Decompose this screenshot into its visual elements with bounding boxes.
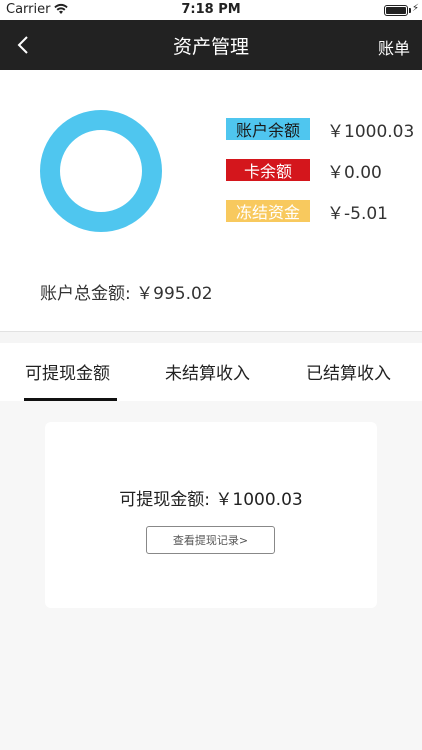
frozen-funds-badge: 冻结资金 [226,200,310,222]
tab-unsettled-income[interactable]: 未结算收入 [165,359,250,384]
card-balance-value: ￥0.00 [327,162,382,183]
battery-icon [384,5,408,16]
legend-frozen-funds: 冻结资金 ￥-5.01 [226,200,388,224]
page-title: 资产管理 [172,36,249,58]
section-divider [0,331,422,343]
legend-account-balance: 账户余额 ￥1000.03 [226,118,415,142]
card-balance-badge: 卡余额 [226,159,310,181]
withdrawable-amount: 可提现金额: ￥1000.03 [119,490,303,510]
asset-summary: 账户余额 ￥1000.03 卡余额 ￥0.00 冻结资金 ￥-5.01 账户总金… [0,70,422,331]
navigation-bar: 资产管理 账单 [0,20,422,70]
asset-donut-chart [40,110,162,232]
status-bar: Carrier 7:18 PM ⚡ [0,0,422,20]
frozen-funds-value: ￥-5.01 [327,203,388,224]
withdrawable-card: 可提现金额: ￥1000.03 查看提现记录> [45,422,377,608]
account-balance-badge: 账户余额 [226,118,310,140]
view-withdraw-records-button[interactable]: 查看提现记录> [146,526,275,554]
bill-button[interactable]: 账单 [378,35,410,59]
status-time: 7:18 PM [181,2,241,17]
battery-tip [409,8,411,13]
tab-withdrawable[interactable]: 可提现金额 [25,359,110,384]
tab-bar: 可提现金额 未结算收入 已结算收入 [0,343,422,401]
total-amount: 账户总金额: ￥995.02 [40,284,213,304]
tab-settled-income[interactable]: 已结算收入 [306,359,391,384]
tab-content: 可提现金额: ￥1000.03 查看提现记录> [0,401,422,750]
account-balance-value: ￥1000.03 [327,121,415,142]
charging-icon: ⚡ [411,3,419,14]
legend-card-balance: 卡余额 ￥0.00 [226,159,382,183]
